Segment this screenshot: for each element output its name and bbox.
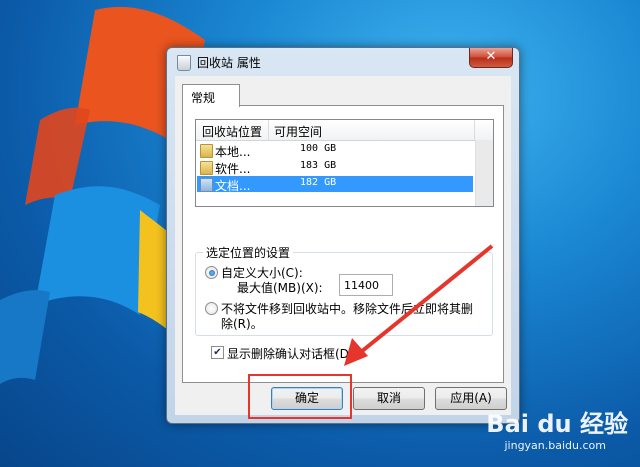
watermark-brand: Bai du 经验 <box>486 410 628 438</box>
tab-general[interactable]: 常规 <box>182 84 240 107</box>
watermark-url: jingyan.baidu.com <box>504 439 606 452</box>
tab-label: 常规 <box>191 91 216 105</box>
annotation-arrow <box>344 244 494 366</box>
